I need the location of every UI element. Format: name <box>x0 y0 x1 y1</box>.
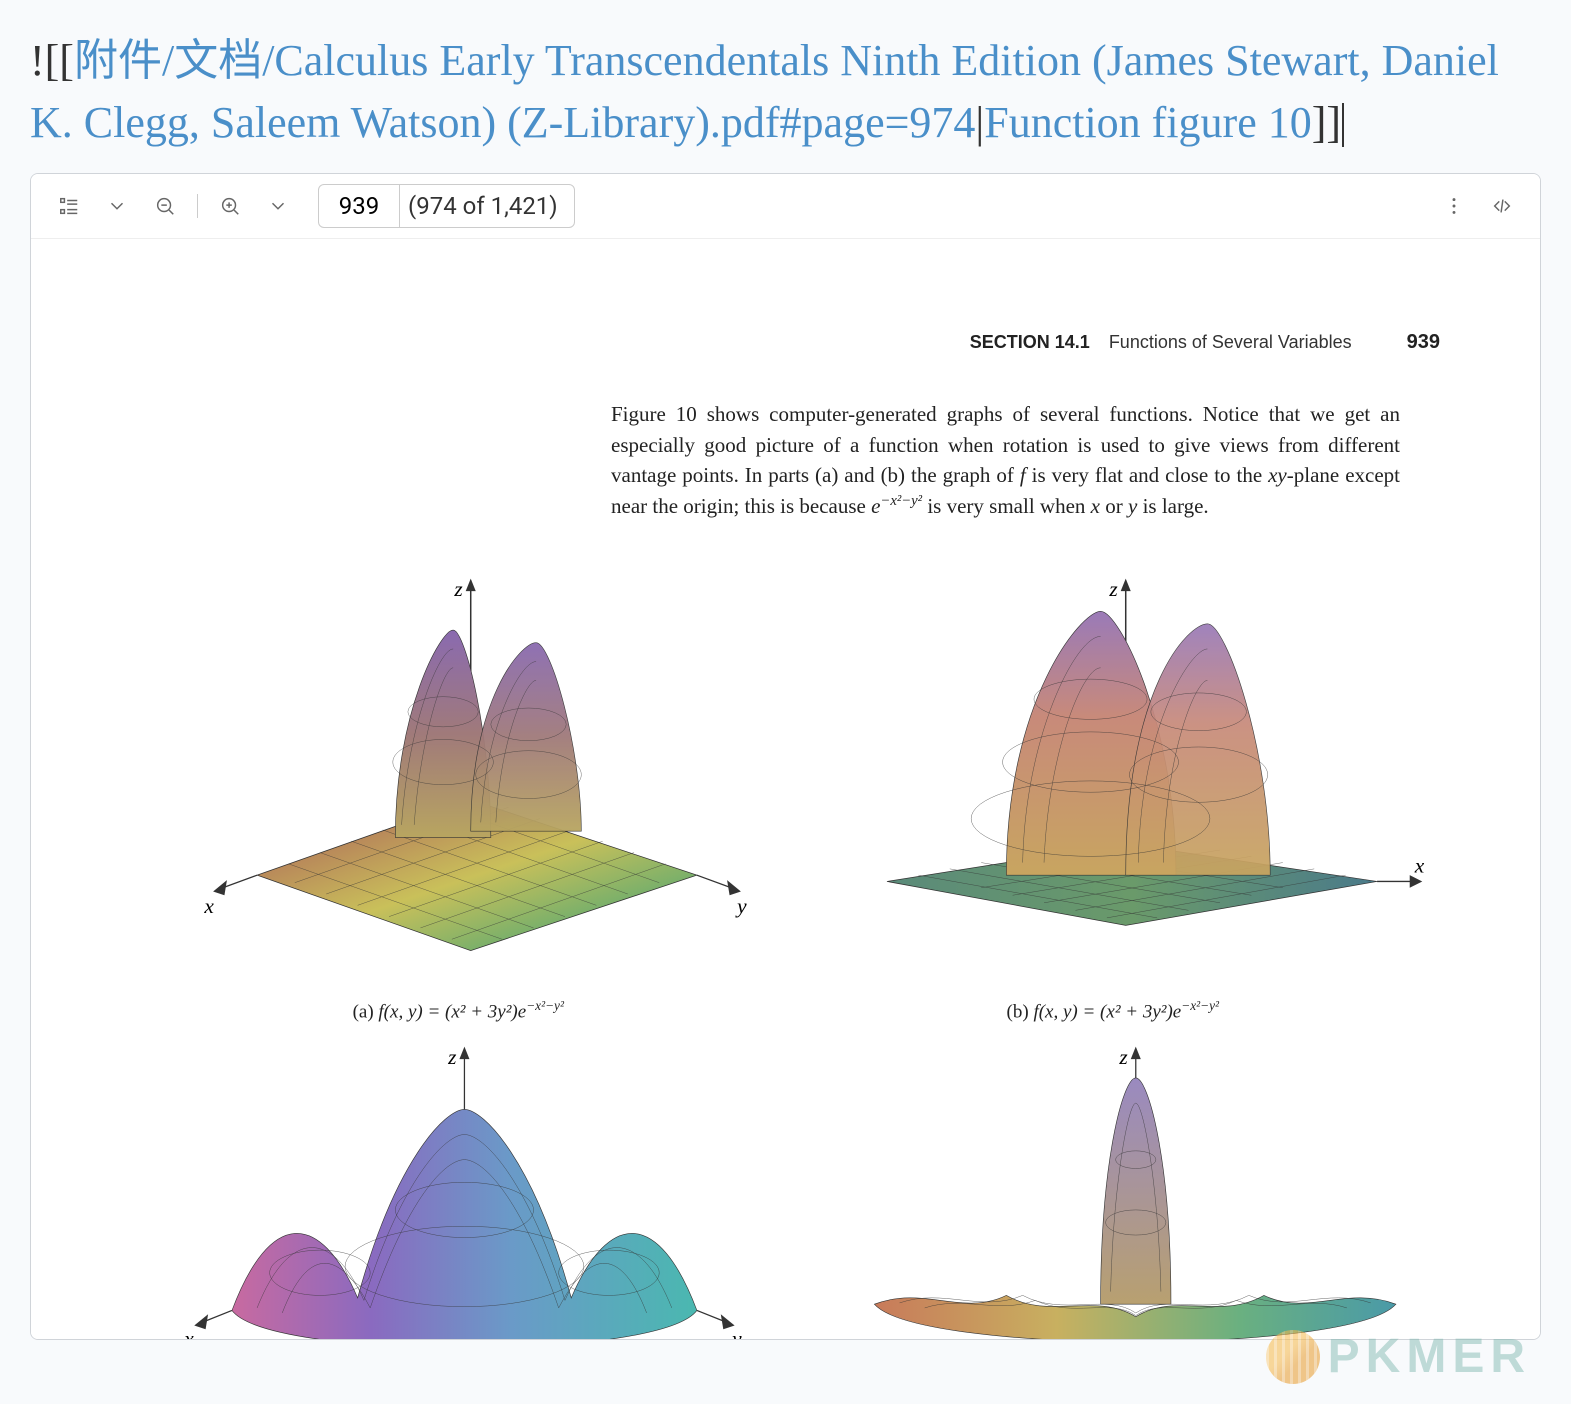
para-end: is large. <box>1137 494 1208 518</box>
svg-text:z: z <box>453 577 463 601</box>
chevron-down-icon <box>267 195 289 217</box>
pdf-embed-frame: (974 of 1,421) SECTION 14.1 Functions of… <box>30 173 1541 1340</box>
surface-plot-a: z <box>144 561 772 988</box>
dots-vertical-icon <box>1443 195 1465 217</box>
page-total-label: (974 of 1,421) <box>399 185 574 227</box>
zoom-in-button[interactable] <box>210 186 250 226</box>
figure-b: z <box>799 561 1427 1024</box>
para-tail: is very small when <box>922 494 1091 518</box>
figure-row-1: z <box>131 561 1440 1024</box>
svg-text:z: z <box>1108 577 1118 601</box>
link-prefix: ![[ <box>30 36 74 85</box>
figure-c: z x y <box>144 1034 772 1340</box>
toggle-source-button[interactable] <box>1482 186 1522 226</box>
surface-plot-d: z x <box>799 1034 1427 1340</box>
para-or: or <box>1100 494 1128 518</box>
zoom-in-icon <box>219 195 241 217</box>
zoom-out-button[interactable] <box>145 186 185 226</box>
watermark: PKMER <box>1266 1329 1531 1384</box>
para-xy: xy <box>1268 463 1287 487</box>
text-cursor <box>1342 103 1344 147</box>
figure-a-caption: (a) f(x, y) = (x² + 3y²)e−x²−y² <box>144 998 772 1023</box>
svg-text:z: z <box>1118 1045 1128 1069</box>
running-head: SECTION 14.1 Functions of Several Variab… <box>970 331 1440 354</box>
outline-icon <box>58 195 80 217</box>
watermark-logo-icon <box>1266 1330 1320 1384</box>
section-label: SECTION 14.1 <box>970 332 1090 352</box>
svg-text:z: z <box>447 1045 457 1069</box>
link-suffix: ]] <box>1312 98 1341 147</box>
pdf-toolbar: (974 of 1,421) <box>31 174 1540 239</box>
para-y: y <box>1128 494 1137 518</box>
svg-text:x: x <box>1413 854 1424 878</box>
para-mid: is very flat and close to the <box>1026 463 1268 487</box>
watermark-text: PKMER <box>1328 1329 1531 1384</box>
section-title: Functions of Several Variables <box>1109 332 1352 352</box>
link-alias[interactable]: Function figure 10 <box>984 98 1312 147</box>
code-icon <box>1491 195 1513 217</box>
embed-link-source: ![[附件/文档/Calculus Early Transcendentals … <box>0 0 1571 173</box>
page-number: 939 <box>1407 331 1440 353</box>
link-separator: | <box>975 98 984 147</box>
pdf-page-content[interactable]: SECTION 14.1 Functions of Several Variab… <box>31 239 1540 1339</box>
figure-b-caption: (b) f(x, y) = (x² + 3y²)e−x²−y² <box>799 998 1427 1023</box>
figure-row-2: z x y <box>131 1034 1440 1340</box>
more-options-button[interactable] <box>1434 186 1474 226</box>
figure-a: z <box>144 561 772 1024</box>
outline-toggle-button[interactable] <box>49 186 89 226</box>
chevron-down-icon <box>106 195 128 217</box>
body-paragraph: Figure 10 shows computer-generated graph… <box>611 399 1400 521</box>
zoom-out-icon <box>154 195 176 217</box>
toolbar-separator <box>197 194 198 218</box>
outline-dropdown-button[interactable] <box>97 186 137 226</box>
svg-text:y: y <box>730 1326 742 1339</box>
para-x: x <box>1091 494 1100 518</box>
page-number-input[interactable] <box>319 186 399 226</box>
para-exp: −x²−y² <box>880 493 922 509</box>
surface-plot-c: z x y <box>144 1034 772 1340</box>
svg-text:x: x <box>203 894 214 918</box>
zoom-dropdown-button[interactable] <box>258 186 298 226</box>
figure-d: z x <box>799 1034 1427 1340</box>
page-number-box: (974 of 1,421) <box>318 184 575 228</box>
svg-text:x: x <box>183 1326 194 1339</box>
surface-plot-b: z <box>799 561 1427 988</box>
svg-text:y: y <box>735 894 747 918</box>
